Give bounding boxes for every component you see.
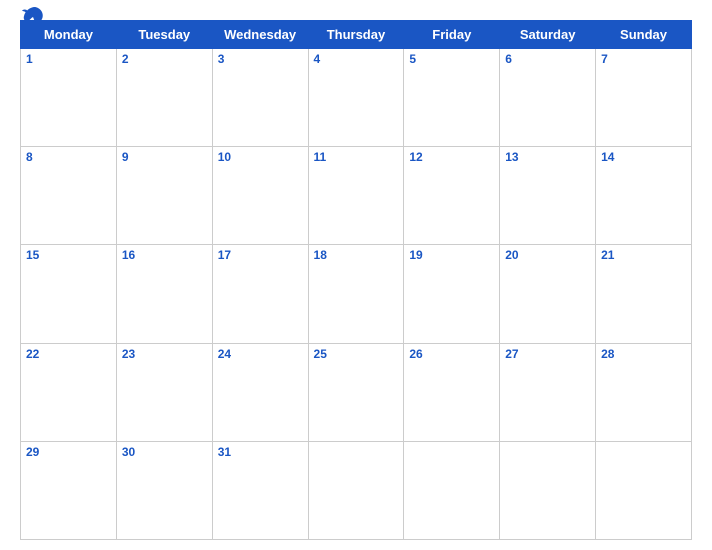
day-number: 29 bbox=[26, 445, 39, 459]
calendar-cell: 8 bbox=[21, 147, 117, 245]
calendar-cell: 20 bbox=[500, 245, 596, 343]
calendar-cell: 31 bbox=[212, 441, 308, 539]
day-number: 24 bbox=[218, 347, 231, 361]
day-number: 10 bbox=[218, 150, 231, 164]
day-number: 18 bbox=[314, 248, 327, 262]
calendar-cell: 26 bbox=[404, 343, 500, 441]
day-number: 22 bbox=[26, 347, 39, 361]
logo bbox=[20, 3, 54, 25]
weekday-friday: Friday bbox=[404, 21, 500, 49]
day-number: 17 bbox=[218, 248, 231, 262]
calendar-cell: 16 bbox=[116, 245, 212, 343]
weekday-sunday: Sunday bbox=[596, 21, 692, 49]
calendar-cell: 29 bbox=[21, 441, 117, 539]
day-number: 11 bbox=[314, 150, 327, 164]
day-number: 20 bbox=[505, 248, 518, 262]
calendar-cell bbox=[500, 441, 596, 539]
calendar-cell: 17 bbox=[212, 245, 308, 343]
day-number: 8 bbox=[26, 150, 33, 164]
calendar-cell: 6 bbox=[500, 49, 596, 147]
logo-bird-icon bbox=[20, 3, 50, 25]
day-number: 4 bbox=[314, 52, 321, 66]
calendar-cell: 19 bbox=[404, 245, 500, 343]
calendar-weekday-header: MondayTuesdayWednesdayThursdayFridaySatu… bbox=[21, 21, 692, 49]
day-number: 28 bbox=[601, 347, 614, 361]
calendar-cell: 24 bbox=[212, 343, 308, 441]
day-number: 31 bbox=[218, 445, 231, 459]
calendar-cell: 7 bbox=[596, 49, 692, 147]
day-number: 30 bbox=[122, 445, 135, 459]
calendar-cell bbox=[404, 441, 500, 539]
day-number: 6 bbox=[505, 52, 512, 66]
calendar-cell bbox=[308, 441, 404, 539]
day-number: 13 bbox=[505, 150, 518, 164]
weekday-wednesday: Wednesday bbox=[212, 21, 308, 49]
week-row-5: 29 30 31 bbox=[21, 441, 692, 539]
weekday-row: MondayTuesdayWednesdayThursdayFridaySatu… bbox=[21, 21, 692, 49]
day-number: 21 bbox=[601, 248, 614, 262]
calendar-cell: 18 bbox=[308, 245, 404, 343]
calendar-cell: 4 bbox=[308, 49, 404, 147]
calendar-cell: 30 bbox=[116, 441, 212, 539]
day-number: 14 bbox=[601, 150, 614, 164]
calendar-table: MondayTuesdayWednesdayThursdayFridaySatu… bbox=[20, 20, 692, 540]
calendar-cell: 12 bbox=[404, 147, 500, 245]
day-number: 2 bbox=[122, 52, 129, 66]
calendar-cell: 15 bbox=[21, 245, 117, 343]
calendar-cell: 10 bbox=[212, 147, 308, 245]
calendar-cell: 11 bbox=[308, 147, 404, 245]
day-number: 23 bbox=[122, 347, 135, 361]
week-row-2: 8 9 10 11 12 13 14 bbox=[21, 147, 692, 245]
calendar-cell: 2 bbox=[116, 49, 212, 147]
day-number: 9 bbox=[122, 150, 129, 164]
weekday-saturday: Saturday bbox=[500, 21, 596, 49]
calendar-cell: 14 bbox=[596, 147, 692, 245]
calendar-cell: 21 bbox=[596, 245, 692, 343]
calendar-body: 1234567891011121314151617181920212223242… bbox=[21, 49, 692, 540]
calendar-cell: 27 bbox=[500, 343, 596, 441]
week-row-1: 1 2 3 4 5 6 7 bbox=[21, 49, 692, 147]
day-number: 26 bbox=[409, 347, 422, 361]
calendar-cell: 25 bbox=[308, 343, 404, 441]
calendar-cell: 9 bbox=[116, 147, 212, 245]
day-number: 5 bbox=[409, 52, 416, 66]
day-number: 27 bbox=[505, 347, 518, 361]
calendar-cell: 13 bbox=[500, 147, 596, 245]
calendar-cell: 1 bbox=[21, 49, 117, 147]
calendar-cell: 5 bbox=[404, 49, 500, 147]
calendar-cell bbox=[596, 441, 692, 539]
day-number: 7 bbox=[601, 52, 608, 66]
calendar-cell: 22 bbox=[21, 343, 117, 441]
week-row-3: 15 16 17 18 19 20 21 bbox=[21, 245, 692, 343]
day-number: 15 bbox=[26, 248, 39, 262]
week-row-4: 22 23 24 25 26 27 28 bbox=[21, 343, 692, 441]
day-number: 19 bbox=[409, 248, 422, 262]
day-number: 16 bbox=[122, 248, 135, 262]
day-number: 1 bbox=[26, 52, 33, 66]
calendar-cell: 28 bbox=[596, 343, 692, 441]
calendar-cell: 23 bbox=[116, 343, 212, 441]
day-number: 25 bbox=[314, 347, 327, 361]
day-number: 3 bbox=[218, 52, 225, 66]
day-number: 12 bbox=[409, 150, 422, 164]
calendar-cell: 3 bbox=[212, 49, 308, 147]
weekday-tuesday: Tuesday bbox=[116, 21, 212, 49]
weekday-thursday: Thursday bbox=[308, 21, 404, 49]
